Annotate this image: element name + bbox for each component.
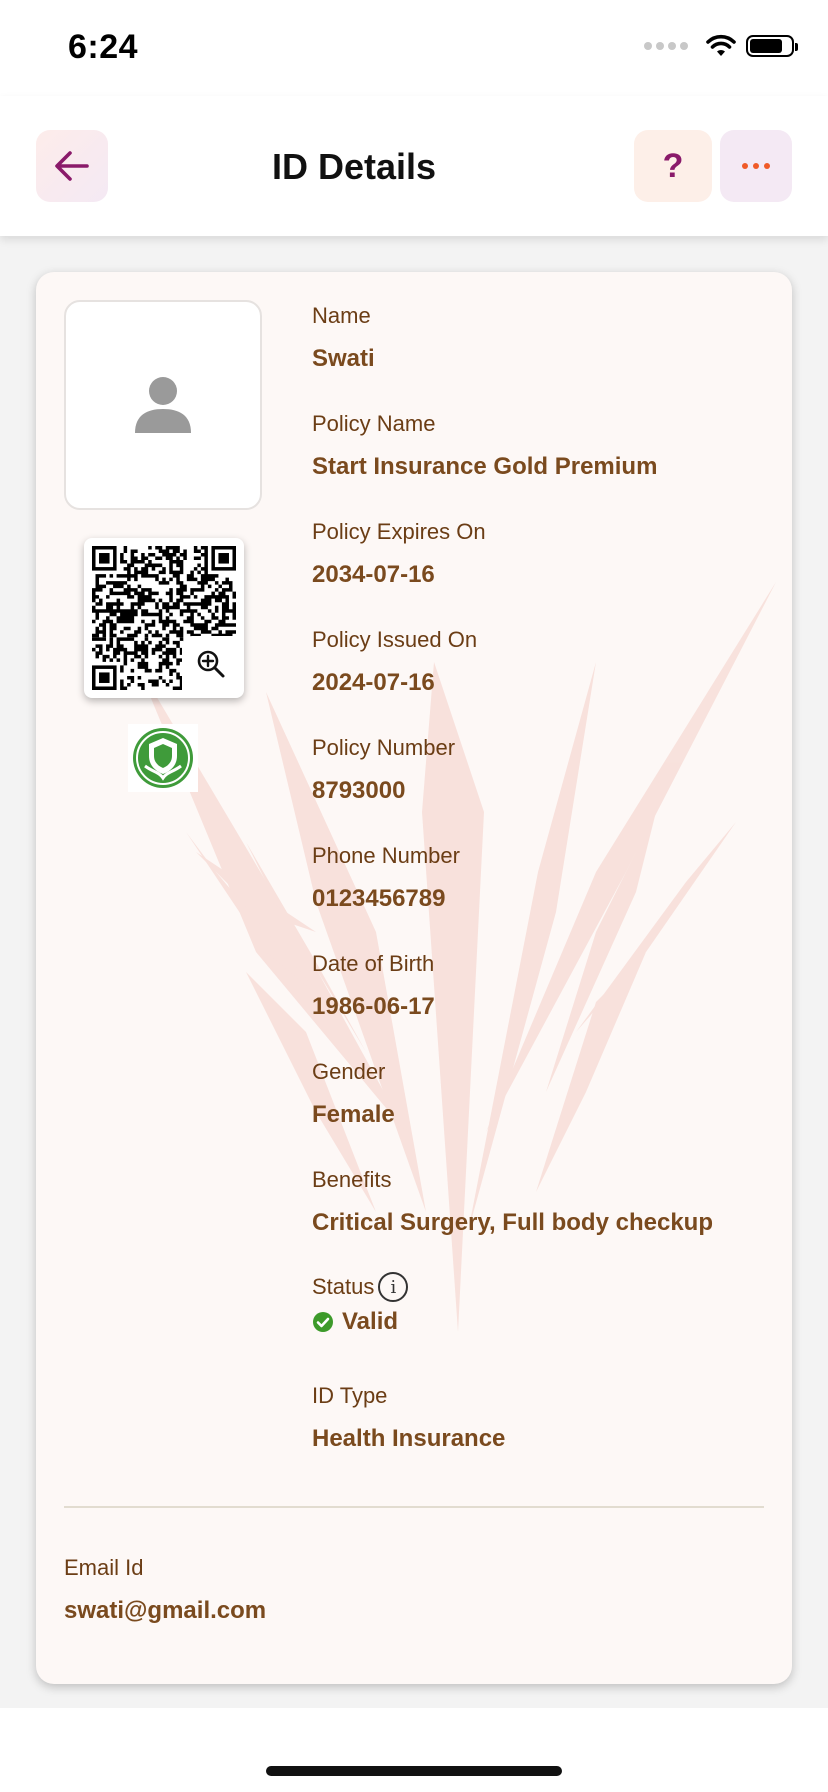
status-bar: 6:24	[0, 0, 828, 96]
field-label: Gender	[312, 1059, 386, 1084]
battery-icon	[746, 35, 798, 57]
field-policy-issued-on: Policy Issued On 2024-07-16	[312, 626, 772, 698]
field-label: Policy Number	[312, 735, 456, 760]
field-label: Policy Name	[312, 411, 436, 436]
field-value: 8793000	[312, 777, 406, 804]
help-button[interactable]: ?	[634, 130, 712, 202]
zoom-qr-button[interactable]	[182, 636, 240, 692]
field-value: 0123456789	[312, 885, 446, 912]
field-label: Date of Birth	[312, 951, 435, 976]
arrow-left-icon	[55, 151, 89, 181]
field-value: Swati	[312, 345, 375, 372]
field-label: Name	[312, 303, 371, 328]
cellular-signal-icon	[644, 42, 688, 50]
more-horizontal-icon	[742, 163, 748, 169]
field-status: Status i Valid	[312, 1272, 772, 1336]
info-icon[interactable]: i	[378, 1272, 409, 1302]
check-circle-icon	[313, 1312, 333, 1332]
field-value: swati@gmail.com	[64, 1597, 267, 1624]
field-gender: Gender Female	[312, 1058, 772, 1130]
divider	[64, 1506, 764, 1508]
field-policy-name: Policy Name Start Insurance Gold Premium	[312, 410, 772, 482]
field-label: Email Id	[64, 1555, 144, 1580]
question-icon: ?	[662, 146, 684, 185]
back-button[interactable]	[36, 130, 108, 202]
field-label: Policy Expires On	[312, 519, 486, 544]
status-indicators	[644, 34, 798, 58]
field-email: Email Id swati@gmail.com	[64, 1554, 266, 1626]
field-value: Start Insurance Gold Premium	[312, 453, 658, 480]
status-value-row: Valid	[312, 1308, 772, 1336]
profile-photo	[64, 300, 262, 510]
field-value: 2034-07-16	[312, 561, 435, 588]
status-label-row: Status i	[312, 1272, 772, 1302]
app-header: ID Details ?	[0, 96, 828, 236]
field-label: Policy Issued On	[312, 627, 478, 652]
field-label: Benefits	[312, 1167, 392, 1192]
zoom-in-icon	[197, 650, 225, 678]
person-placeholder-icon	[135, 377, 191, 433]
more-options-button[interactable]	[720, 130, 792, 202]
field-policy-expires-on: Policy Expires On 2034-07-16	[312, 518, 772, 590]
field-phone-number: Phone Number 0123456789	[312, 842, 772, 914]
field-policy-number: Policy Number 8793000	[312, 734, 772, 806]
field-value: 2024-07-16	[312, 669, 435, 696]
shield-logo-icon	[133, 728, 193, 788]
field-value: 1986-06-17	[312, 993, 435, 1020]
id-card: Name Swati Policy Name Start Insurance G…	[36, 272, 792, 1684]
field-value: Female	[312, 1101, 395, 1128]
field-value: Critical Surgery, Full body checkup	[312, 1209, 713, 1236]
field-label: ID Type	[312, 1383, 388, 1408]
wifi-icon	[706, 34, 736, 56]
status-value: Valid	[342, 1308, 399, 1335]
issuer-logo	[128, 724, 198, 792]
field-label: Phone Number	[312, 843, 460, 868]
field-name: Name Swati	[312, 302, 772, 374]
field-benefits: Benefits Critical Surgery, Full body che…	[312, 1166, 772, 1238]
field-date-of-birth: Date of Birth 1986-06-17	[312, 950, 772, 1022]
field-value: Health Insurance	[312, 1425, 506, 1452]
field-label: Status	[312, 1274, 375, 1299]
page-title: ID Details	[272, 146, 437, 187]
qr-code[interactable]	[84, 538, 244, 698]
field-id-type: ID Type Health Insurance	[312, 1382, 772, 1454]
status-time: 6:24	[68, 28, 139, 66]
home-indicator	[266, 1766, 562, 1776]
